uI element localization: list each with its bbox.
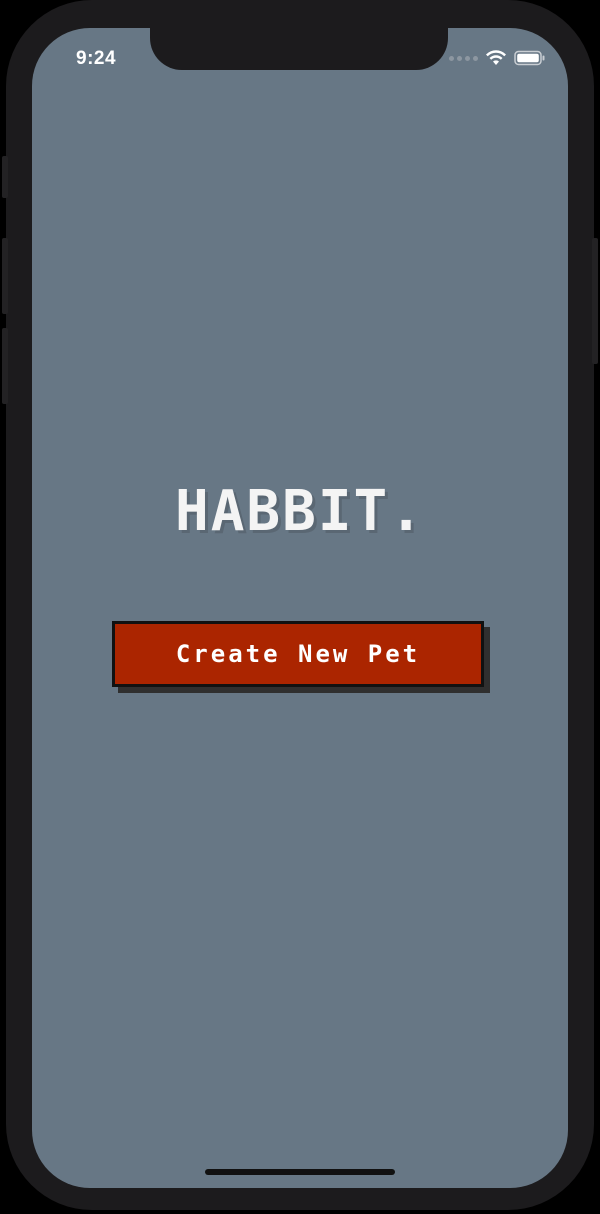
mute-switch [2, 156, 8, 198]
status-icons [449, 50, 546, 66]
battery-icon [514, 50, 545, 66]
volume-down-button [2, 328, 8, 404]
create-new-pet-button[interactable]: Create New Pet [112, 621, 484, 687]
status-time: 9:24 [76, 48, 117, 69]
screen: 9:24 HABBIT. Create New Pet [32, 28, 568, 1188]
signal-dots-icon [449, 55, 478, 61]
home-indicator[interactable] [205, 1169, 395, 1175]
app-title: HABBIT. [174, 479, 425, 544]
power-button [592, 238, 598, 364]
volume-up-button [2, 238, 8, 314]
notch [150, 28, 448, 70]
wifi-icon [486, 50, 506, 65]
